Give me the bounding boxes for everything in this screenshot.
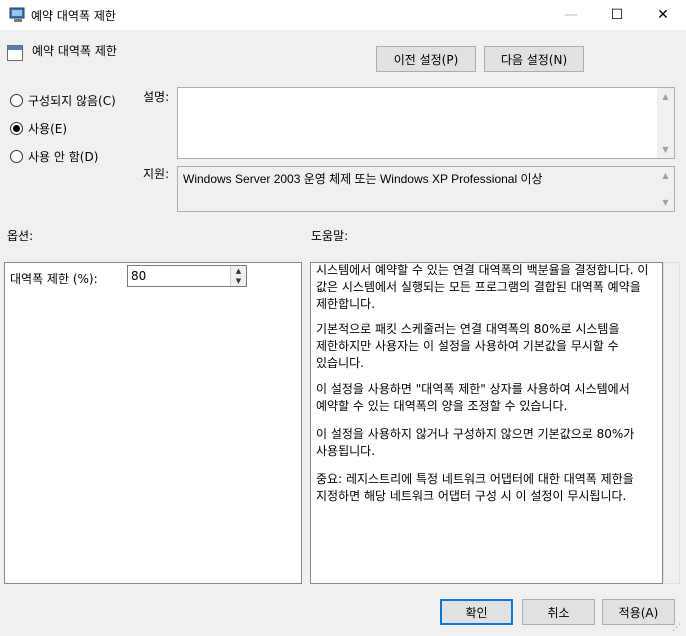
radio-not-configured[interactable]: 구성되지 않음(C) — [10, 92, 116, 109]
bandwidth-spinner[interactable]: ▲ ▼ — [230, 266, 246, 286]
radio-button-icon[interactable] — [10, 94, 23, 107]
scroll-up-icon[interactable]: ▲ — [657, 167, 674, 184]
description-box[interactable]: ▲ ▼ — [177, 87, 675, 159]
spin-up-icon[interactable]: ▲ — [231, 266, 246, 276]
bandwidth-limit-input[interactable]: 80 — [127, 265, 247, 287]
description-scrollbar[interactable]: ▲ ▼ — [657, 88, 674, 158]
help-paragraph: 기본적으로 패킷 스케줄러는 연결 대역폭의 80%로 시스템을 제한하지만 사… — [316, 322, 620, 370]
radio-label: 사용 안 함(D) — [28, 150, 99, 164]
options-panel — [4, 262, 302, 584]
spin-down-icon[interactable]: ▼ — [231, 276, 246, 286]
help-paragraph: 중요: 레지스트리에 특정 네트워크 어댑터에 대한 대역폭 제한을 지정하면 … — [316, 472, 634, 503]
policy-name: 예약 대역폭 제한 — [32, 44, 117, 58]
help-scrollbar[interactable] — [663, 262, 680, 584]
help-paragraph: 시스템에서 예약할 수 있는 연결 대역폭의 백분율을 결정합니다. 이 값은 … — [316, 263, 649, 311]
bandwidth-limit-label: 대역폭 제한 (%): — [10, 272, 98, 286]
radio-disabled[interactable]: 사용 안 함(D) — [10, 148, 98, 165]
resize-grip-icon[interactable]: ⋰ — [672, 622, 684, 634]
supported-scrollbar[interactable]: ▲ ▼ — [657, 167, 674, 211]
scroll-up-icon[interactable]: ▲ — [657, 88, 674, 105]
app-icon — [9, 7, 25, 22]
scroll-down-icon[interactable]: ▼ — [657, 141, 674, 158]
radio-label: 구성되지 않음(C) — [28, 94, 116, 108]
policy-setting-icon — [7, 45, 23, 61]
ok-button[interactable]: 확인 — [440, 599, 513, 625]
supported-on-text: Windows Server 2003 운영 체제 또는 Windows XP … — [183, 172, 543, 186]
radio-button-icon[interactable] — [10, 150, 23, 163]
previous-setting-button[interactable]: 이전 설정(P) — [376, 46, 476, 72]
radio-label: 사용(E) — [28, 122, 68, 136]
help-paragraph: 이 설정을 사용하지 않거나 구성하지 않으면 기본값으로 80%가 사용됩니다… — [316, 427, 635, 458]
apply-button[interactable]: 적용(A) — [602, 599, 675, 625]
radio-button-checked-icon[interactable] — [10, 122, 23, 135]
minimize-button[interactable]: — — [548, 0, 594, 30]
help-label: 도움말: — [311, 229, 349, 243]
next-setting-button[interactable]: 다음 설정(N) — [484, 46, 584, 72]
window-title: 예약 대역폭 제한 — [31, 9, 116, 23]
scroll-down-icon[interactable]: ▼ — [657, 194, 674, 211]
supported-on-label: 지원: — [143, 167, 170, 181]
description-label: 설명: — [143, 90, 170, 104]
options-label: 옵션: — [7, 229, 34, 243]
cancel-button[interactable]: 취소 — [522, 599, 595, 625]
radio-enabled[interactable]: 사용(E) — [10, 120, 67, 137]
maximize-button[interactable]: ☐ — [594, 0, 640, 30]
help-paragraph: 이 설정을 사용하면 "대역폭 제한" 상자를 사용하여 시스템에서 예약할 수… — [316, 382, 630, 413]
close-button[interactable]: ✕ — [640, 0, 686, 30]
